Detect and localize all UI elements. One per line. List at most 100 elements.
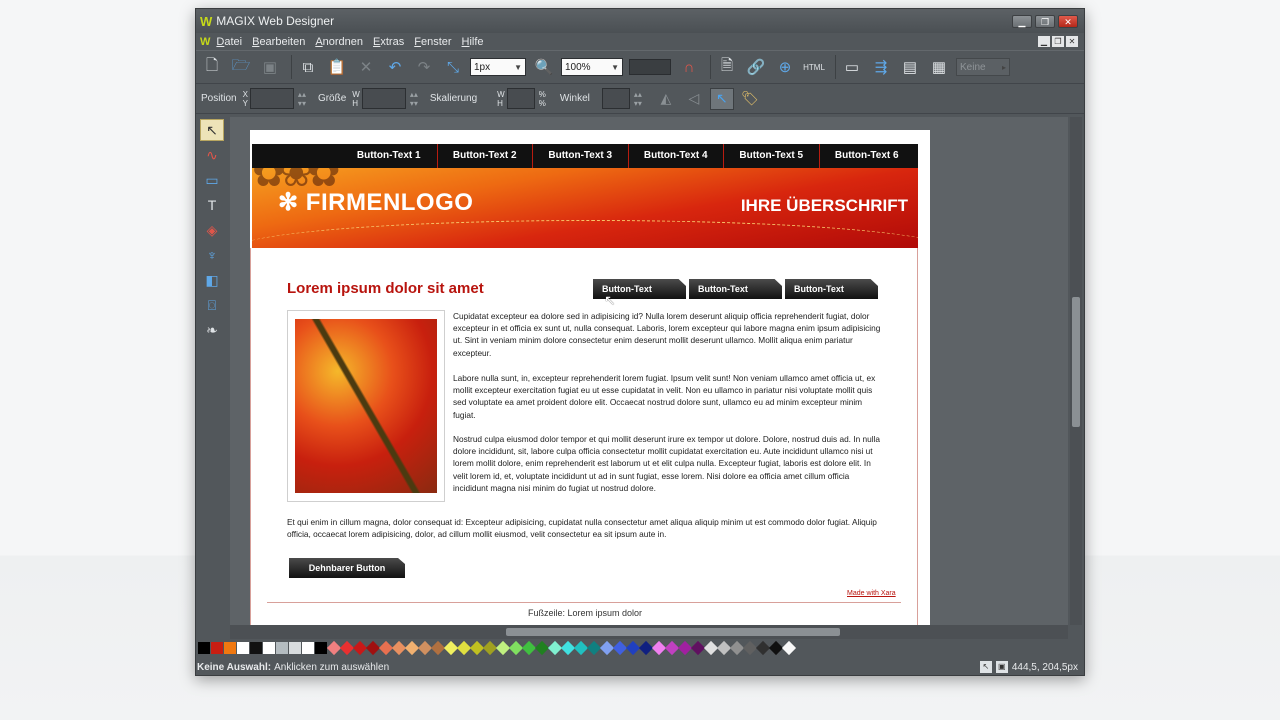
size-label: Größe — [317, 93, 347, 104]
horizontal-scroll-thumb[interactable] — [506, 628, 840, 636]
open-folder-icon[interactable]: 🗁 — [229, 55, 253, 79]
zoom-icon[interactable]: 🔍 — [532, 55, 556, 79]
flip-vertical-icon[interactable]: ◁ — [682, 88, 706, 110]
snap-status-icon[interactable]: ↖ — [979, 661, 992, 673]
design-canvas[interactable]: Button-Text 1 Button-Text 2 Button-Text … — [230, 117, 1068, 625]
menu-anordnen[interactable]: Anordnen — [315, 36, 363, 48]
made-with-link[interactable]: Made with Xara — [847, 590, 896, 597]
side-button-2[interactable]: Button-Text — [689, 279, 782, 299]
copy-icon[interactable]: ⧉ — [296, 55, 320, 79]
selection-hint: Anklicken zum auswählen — [274, 661, 390, 673]
color-swatch[interactable] — [263, 642, 275, 654]
live-effects-icon[interactable]: ❧ — [200, 319, 224, 341]
color-swatch[interactable] — [302, 642, 314, 654]
content-heading[interactable]: Lorem ipsum dolor sit amet — [287, 280, 484, 297]
position-field[interactable] — [249, 88, 294, 109]
keine-select[interactable]: Keine ▸ — [956, 58, 1010, 76]
angle-spinner[interactable]: ▴▴ ▾▾ — [634, 90, 642, 108]
size-field[interactable] — [361, 88, 406, 109]
flip-horizontal-icon[interactable]: ◭ — [654, 88, 678, 110]
y-label: Y — [242, 98, 248, 108]
preview-icon[interactable]: ▭ — [840, 55, 864, 79]
color-swatch[interactable] — [250, 642, 262, 654]
close-button[interactable]: ✕ — [1058, 14, 1078, 28]
doc-close-button[interactable]: ✕ — [1066, 36, 1078, 47]
scale-field[interactable] — [506, 88, 535, 109]
nav-button-1[interactable]: Button-Text 1 — [341, 144, 437, 168]
position-spinner[interactable]: ▴▴ ▾▾ — [298, 90, 306, 108]
page-status-icon[interactable]: ▣ — [995, 661, 1008, 673]
maximize-button[interactable]: ❐ — [1035, 14, 1055, 28]
page-properties-icon[interactable]: 🗎 — [715, 55, 739, 79]
doc-restore-button[interactable]: ❐ — [1052, 36, 1064, 47]
pointer-mode-icon[interactable]: ↖ — [709, 87, 734, 110]
nav-button-3[interactable]: Button-Text 3 — [532, 144, 628, 168]
status-bar: Keine Auswahl: Anklicken zum auswählen ↖… — [196, 659, 1084, 675]
website-icon[interactable]: ▤ — [898, 55, 922, 79]
paste-icon[interactable]: 📋 — [325, 55, 349, 79]
page-footer[interactable]: Fußzeile: Lorem ipsum dolor — [251, 608, 919, 618]
menu-fenster[interactable]: Fenster — [414, 36, 451, 48]
magix-logo-icon: W — [200, 13, 213, 29]
export-icon[interactable]: ▦ — [927, 55, 951, 79]
paragraph-3[interactable]: Nostrud culpa eiusmod dolor tempor et qu… — [453, 433, 883, 494]
angle-field[interactable] — [601, 88, 630, 109]
freehand-tool-icon[interactable]: ∿ — [200, 144, 224, 166]
color-swatch[interactable] — [211, 642, 223, 654]
paragraph-1[interactable]: Cupidatat excepteur ea dolore sed in adi… — [453, 310, 883, 359]
redo-icon[interactable]: ↷ — [412, 55, 436, 79]
publish-icon[interactable]: ⇶ — [869, 55, 893, 79]
color-swatch[interactable] — [237, 642, 249, 654]
menu-hilfe[interactable]: Hilfe — [462, 36, 484, 48]
nav-button-6[interactable]: Button-Text 6 — [818, 144, 915, 168]
zoom-select[interactable]: 100% ▼ — [561, 58, 623, 76]
tag-icon[interactable]: 🏷 — [738, 88, 762, 110]
menu-datei[interactable]: Datei — [216, 36, 242, 48]
color-swatch[interactable] — [315, 642, 327, 654]
selector-tool-icon[interactable]: ↖ — [200, 119, 224, 141]
line-style-selector[interactable] — [629, 59, 671, 75]
color-swatch[interactable] — [224, 642, 236, 654]
menu-bearbeiten[interactable]: Bearbeiten — [252, 36, 305, 48]
shadow-tool-icon[interactable]: ◧ — [200, 269, 224, 291]
position-label: Position — [201, 93, 237, 104]
nav-button-5[interactable]: Button-Text 5 — [723, 144, 819, 168]
minimize-button[interactable]: ▁ — [1012, 14, 1032, 28]
text-tool-icon[interactable]: T — [200, 194, 224, 216]
undo-icon[interactable]: ↶ — [383, 55, 407, 79]
doc-minimize-button[interactable]: ▁ — [1038, 36, 1050, 47]
color-swatch[interactable] — [781, 640, 797, 656]
paragraph-4[interactable]: Et qui enim in cillum magna, dolor conse… — [287, 516, 887, 540]
rectangle-tool-icon[interactable]: ▭ — [200, 169, 224, 191]
fill-tool-icon[interactable]: ◈ — [200, 219, 224, 241]
nav-button-4[interactable]: Button-Text 4 — [627, 144, 724, 168]
new-document-icon[interactable]: 🗋 — [200, 55, 224, 79]
save-icon[interactable]: ▣ — [258, 55, 282, 79]
photo-tool-icon[interactable]: ⌼ — [200, 294, 224, 316]
color-swatch[interactable] — [276, 642, 288, 654]
paragraph-2[interactable]: Labore nulla sunt, in, excepteur reprehe… — [453, 372, 883, 421]
color-swatch[interactable] — [198, 642, 210, 654]
stroke-width-select[interactable]: 1px ▼ — [470, 58, 526, 76]
company-logo: ✻ FIRMENLOGO — [278, 189, 474, 216]
horizontal-scrollbar[interactable] — [230, 625, 1068, 639]
chevron-down-icon: ▼ — [514, 63, 522, 72]
link-icon[interactable]: 🔗 — [744, 55, 768, 79]
size-spinner[interactable]: ▴▴ ▾▾ — [410, 90, 418, 108]
header-banner[interactable]: ✿❀✿ ✻ FIRMENLOGO IHRE ÜBERSCHRIFT — [252, 168, 918, 248]
info-bar: Position X Y ▴▴ ▾▾ Größe W H ▴▴ ▾▾ Skalier… — [196, 84, 1084, 114]
leaf-photo-frame[interactable] — [287, 310, 445, 502]
html-code-icon[interactable]: HTML — [802, 55, 826, 79]
transform-icon[interactable]: ⤡ — [441, 55, 465, 79]
delete-icon[interactable]: ✕ — [354, 55, 378, 79]
side-button-3[interactable]: Button-Text — [785, 279, 878, 299]
menu-extras[interactable]: Extras — [373, 36, 404, 48]
color-swatch[interactable] — [289, 642, 301, 654]
nav-button-2[interactable]: Button-Text 2 — [436, 144, 533, 168]
vertical-scroll-thumb[interactable] — [1072, 297, 1080, 427]
magnet-snap-icon[interactable]: ∩ — [677, 55, 701, 79]
transparency-tool-icon[interactable]: ♆ — [200, 244, 224, 266]
vertical-scrollbar[interactable] — [1070, 117, 1082, 625]
stretch-button[interactable]: Dehnbarer Button — [289, 558, 405, 578]
web-properties-icon[interactable]: ⊕ — [773, 55, 797, 79]
